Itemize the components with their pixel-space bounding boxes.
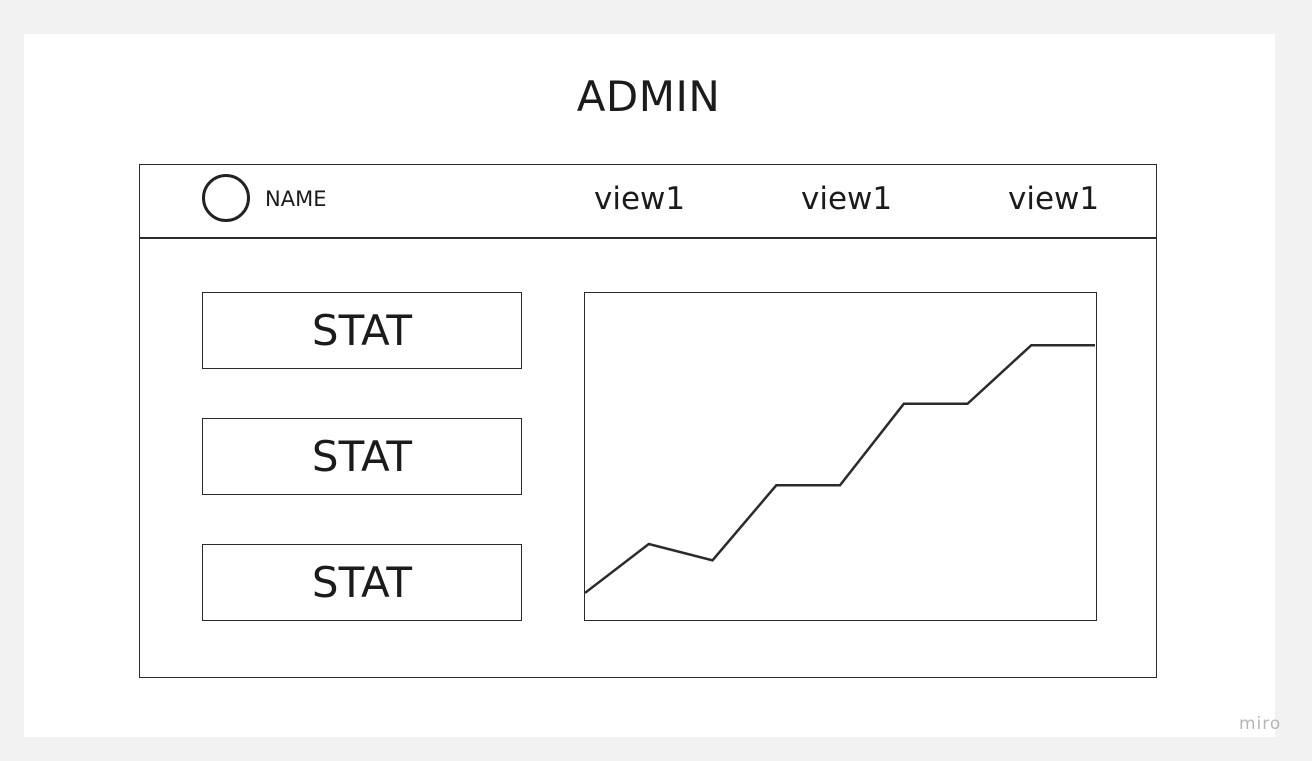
admin-dashboard-frame: NAME view1 view1 view1 STAT STAT STAT bbox=[139, 164, 1157, 678]
page-title: ADMIN bbox=[576, 72, 721, 121]
line-chart bbox=[584, 292, 1097, 621]
nav-item-view1-third[interactable]: view1 bbox=[1008, 181, 1099, 217]
stat-card-1: STAT bbox=[202, 292, 522, 369]
chart-series-line-1 bbox=[585, 343, 1095, 594]
line-chart-svg bbox=[585, 343, 1095, 594]
top-navbar: NAME view1 view1 view1 bbox=[140, 165, 1156, 239]
nav-item-view1-second[interactable]: view1 bbox=[801, 181, 892, 217]
stat-card-2: STAT bbox=[202, 418, 522, 495]
stat-card-3: STAT bbox=[202, 544, 522, 621]
stat-label-1: STAT bbox=[311, 306, 413, 355]
nav-item-view1-first[interactable]: view1 bbox=[594, 181, 685, 217]
stat-label-3: STAT bbox=[311, 558, 413, 607]
user-name: NAME bbox=[265, 187, 327, 211]
avatar[interactable] bbox=[202, 174, 250, 222]
stat-label-2: STAT bbox=[311, 432, 413, 481]
miro-watermark: miro bbox=[1239, 714, 1282, 734]
